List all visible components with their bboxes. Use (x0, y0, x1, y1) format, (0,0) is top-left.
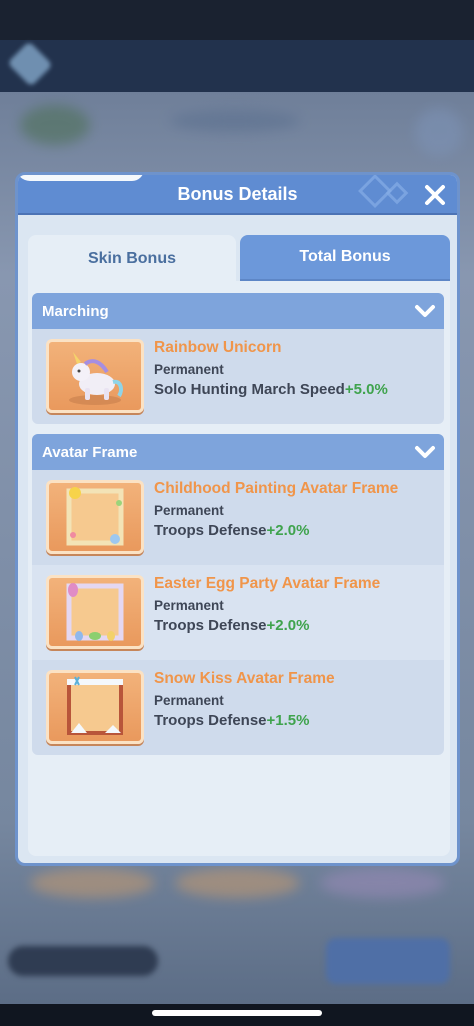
bonus-value: +5.0% (344, 381, 388, 398)
bonus-label: Troops Defense (154, 712, 267, 729)
section-header[interactable]: Marching (32, 293, 444, 329)
section-marching: Marching Rainbow Unicorn Permanent Solo … (32, 293, 444, 424)
bonus-item: Easter Egg Party Avatar Frame Permanent … (32, 565, 444, 660)
section-avatar-frame: Avatar Frame Childhood Painting Avatar F… (32, 434, 444, 755)
item-name: Childhood Painting Avatar Frame (154, 480, 399, 497)
bonus-value: +2.0% (266, 617, 310, 634)
bonus-label: Troops Defense (154, 522, 267, 539)
bonus-label: Solo Hunting March Speed (154, 381, 345, 398)
dialog-header: Bonus Details (18, 175, 457, 215)
item-duration: Permanent (154, 503, 224, 518)
background-blob (320, 868, 445, 898)
tab-skin-bonus[interactable]: Skin Bonus (28, 235, 236, 283)
easter-frame-icon (66, 583, 124, 641)
chevron-down-icon (415, 305, 435, 317)
bonus-value: +2.0% (266, 522, 310, 539)
item-duration: Permanent (154, 362, 224, 377)
close-icon (425, 185, 445, 205)
painting-frame-icon (66, 487, 124, 546)
background-blob (170, 110, 300, 132)
item-name: Snow Kiss Avatar Frame (154, 670, 335, 687)
item-thumbnail (46, 575, 144, 649)
bonus-list[interactable]: Marching Rainbow Unicorn Permanent Solo … (28, 281, 450, 856)
dialog-title: Bonus Details (177, 184, 298, 204)
item-name: Easter Egg Party Avatar Frame (154, 575, 381, 592)
chevron-down-icon (415, 446, 435, 458)
close-button[interactable] (421, 181, 449, 209)
section-header[interactable]: Avatar Frame (32, 434, 444, 470)
bonus-value: +1.5% (266, 712, 310, 729)
tab-total-bonus[interactable]: Total Bonus (240, 235, 450, 281)
home-indicator (152, 1010, 322, 1016)
background-blob (20, 105, 90, 145)
item-bonus: Troops Defense+2.0% (154, 522, 309, 539)
section-title: Avatar Frame (42, 443, 138, 461)
background-header (0, 40, 474, 92)
item-thumbnail (46, 339, 144, 413)
snow-frame-icon (67, 676, 123, 735)
bonus-item: Childhood Painting Avatar Frame Permanen… (32, 470, 444, 565)
item-duration: Permanent (154, 598, 224, 613)
status-bar-area (0, 0, 474, 40)
bonus-details-dialog: Bonus Details Skin Bonus Total Bonus Mar… (15, 172, 460, 866)
background-blob (175, 868, 300, 898)
item-duration: Permanent (154, 693, 224, 708)
unicorn-icon (69, 352, 123, 405)
section-title: Marching (42, 302, 109, 320)
background-button (326, 938, 450, 984)
bonus-tabs: Skin Bonus Total Bonus (28, 235, 450, 283)
item-thumbnail (46, 670, 144, 744)
bonus-item: Snow Kiss Avatar Frame Permanent Troops … (32, 660, 444, 755)
snow-decoration (18, 175, 144, 181)
background-pill (8, 946, 158, 976)
background-blob (30, 868, 155, 898)
item-name: Rainbow Unicorn (154, 339, 282, 356)
bonus-item: Rainbow Unicorn Permanent Solo Hunting M… (32, 329, 444, 424)
item-thumbnail (46, 480, 144, 554)
item-bonus: Troops Defense+2.0% (154, 617, 309, 634)
item-bonus: Troops Defense+1.5% (154, 712, 309, 729)
bonus-label: Troops Defense (154, 617, 267, 634)
item-bonus: Solo Hunting March Speed+5.0% (154, 381, 388, 398)
background-blob (415, 108, 463, 156)
